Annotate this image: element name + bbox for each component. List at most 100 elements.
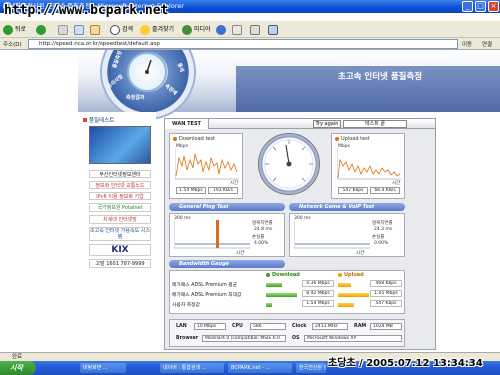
ping-test-header: General Ping Test: [169, 203, 285, 211]
sidebar-banner-report[interactable]: 고발 1601 787-9999: [89, 259, 151, 268]
home-button[interactable]: [90, 23, 102, 36]
logo-needle-icon: [145, 59, 152, 74]
ping-graph: [174, 220, 250, 249]
watermark: http://www.bcpark.net: [4, 3, 169, 18]
minimize-button[interactable]: _: [462, 1, 473, 12]
upload-kbps-value: 547 Kbps: [338, 187, 368, 194]
speed-gauge: [258, 133, 320, 195]
browser-value: Mozilla/4.0 (compatible; MSIE 6.0: [202, 335, 286, 342]
download-mbps-value: 1.54 Mbps: [176, 187, 206, 194]
game-delay-value: 24.3 ms: [374, 227, 393, 232]
start-button[interactable]: 시작: [0, 361, 36, 375]
back-arrow-icon: [3, 24, 13, 35]
os-value: Microsoft Windows XP: [304, 335, 402, 342]
os-label: OS: [292, 336, 300, 341]
bandwidth-row-label: 사용자 측정값: [172, 303, 201, 308]
edit-button[interactable]: [268, 23, 280, 36]
history-icon: [216, 24, 226, 35]
history-button[interactable]: [216, 23, 228, 36]
bandwidth-table: Download Upload 메가패스 ADSL Premium 평균 4.3…: [169, 270, 405, 314]
globe-banner[interactable]: [89, 126, 151, 164]
game-loss-label: 손실률: [372, 235, 385, 240]
close-button[interactable]: ×: [488, 1, 499, 12]
bullet-icon: [83, 118, 87, 122]
taskbar-item[interactable]: 바탕화면 ...: [80, 363, 126, 373]
upload-bar: [338, 293, 369, 297]
game-graph: [294, 220, 370, 249]
upload-legend-icon: [338, 272, 342, 277]
speedometer-logo-icon: [127, 52, 167, 92]
speed-test-panel: WAN TEST Try again 테스트 끝 Download test M…: [164, 118, 436, 350]
upload-axis-label: 시간: [392, 181, 401, 186]
forward-button[interactable]: [36, 23, 48, 36]
sidebar-banner-traffic[interactable]: 정보화 인터넷 교통노드: [89, 181, 151, 189]
print-button[interactable]: [250, 23, 262, 36]
clock-label: Clock: [292, 324, 307, 329]
stop-button[interactable]: [58, 23, 70, 36]
ram-value: 1024 MB: [370, 323, 402, 330]
links-label: 연결: [482, 42, 493, 48]
browser-label: Browser: [176, 336, 199, 341]
upload-kbs-value: 68.4 KB/s: [370, 187, 400, 194]
system-info-box: LAN 10 Mbps CPU 586 Clock 2411 MHz RAM 1…: [169, 319, 405, 347]
clock-value: 2411 MHz: [312, 323, 348, 330]
refresh-button[interactable]: [74, 23, 86, 36]
game-test-box: 300 ms 왕복지연률 24.3 ms 손실률 0.00% 시간: [289, 213, 405, 257]
download-title: Download test: [173, 136, 215, 142]
site-title: 초고속 인터넷 품질측정: [338, 72, 423, 82]
search-button[interactable]: 검색: [110, 23, 133, 36]
sidebar-banner-next-gen[interactable]: 차세대 인터넷망: [89, 215, 151, 224]
game-axis-label: 시간: [356, 251, 365, 256]
address-bar: 주소(D) http://speed.nca.or.kr/speedtest/d…: [0, 38, 500, 50]
sidebar-banner-potalnet[interactable]: 국가정보원 Potalnet: [89, 203, 151, 212]
mail-icon: [232, 24, 242, 35]
mail-button[interactable]: [232, 23, 244, 36]
download-kbs-value: 193 KB/s: [208, 187, 238, 194]
game-delay-label: 왕복지연률: [372, 221, 393, 226]
media-icon: [182, 24, 192, 35]
upload-title: Upload test: [335, 136, 370, 142]
tab-bar: WAN TEST Try again 테스트 끝: [165, 119, 435, 129]
taskbar-item[interactable]: 한국전산원 인...: [296, 363, 326, 373]
upload-graph: [337, 148, 401, 180]
download-bar: [266, 293, 297, 297]
download-value: 8.42 Mbps: [302, 290, 334, 297]
ping-delay-label: 왕복지연률: [252, 221, 273, 226]
search-icon: [110, 24, 120, 35]
favorites-button[interactable]: 즐겨찾기: [140, 23, 174, 36]
tab-wan-test[interactable]: WAN TEST: [165, 119, 209, 129]
taskbar-item[interactable]: BCPARK.net - ...: [228, 363, 292, 373]
wheel-item-results[interactable]: 측정결과: [126, 94, 144, 101]
upload-bar: [338, 303, 354, 307]
download-test-box: Download test Mbps 시간 1.54 Mbps 193 KB/s: [169, 133, 243, 199]
upload-value: 547 Kbps: [370, 300, 402, 307]
upload-value: 468 Kbps: [370, 280, 402, 287]
try-again-button[interactable]: Try again: [313, 120, 341, 128]
download-axis-label: 시간: [230, 181, 239, 186]
timestamp-overlay: 초당초 / 2005.07.12 13:34:34: [328, 358, 483, 369]
toolbar: 뒤로 검색 즐겨찾기 미디어: [0, 21, 500, 38]
download-legend-icon: [266, 272, 270, 277]
back-button[interactable]: 뒤로: [3, 23, 26, 36]
sidebar-banner-busan[interactable]: 부산인터넷정보센터: [89, 170, 151, 178]
go-button[interactable]: 이동: [462, 40, 472, 48]
sidebar-banner-speed-system[interactable]: 초고속 인터넷 가용속도 시스템: [89, 227, 151, 241]
address-label: 주소(D): [3, 42, 22, 48]
ping-axis-label: 시간: [236, 251, 245, 256]
url-input[interactable]: http://speed.nca.or.kr/speedtest/default…: [28, 39, 458, 49]
upload-bar: [338, 283, 351, 287]
cpu-value: 586: [250, 323, 286, 330]
lan-value: 10 Mbps: [194, 323, 226, 330]
media-button[interactable]: 미디어: [182, 23, 211, 36]
taskbar-item[interactable]: 네이버 : 통합검색 ...: [160, 363, 224, 373]
ram-label: RAM: [354, 324, 367, 329]
sidebar-banner-kix[interactable]: KIX: [89, 244, 151, 256]
upload-value: 1.05 Mbps: [370, 290, 402, 297]
maximize-button[interactable]: □: [475, 1, 486, 12]
ping-loss-value: 4.00%: [254, 241, 269, 246]
upload-test-box: Upload test Mbps 시간 547 Kbps 68.4 KB/s: [331, 133, 405, 199]
test-status-field: 테스트 끝: [343, 120, 407, 128]
sidebar-banner-ipv6[interactable]: IPv6 이용 정보화 기업: [89, 192, 151, 200]
edit-icon: [268, 24, 278, 35]
gauge-needle-icon: [265, 140, 313, 182]
